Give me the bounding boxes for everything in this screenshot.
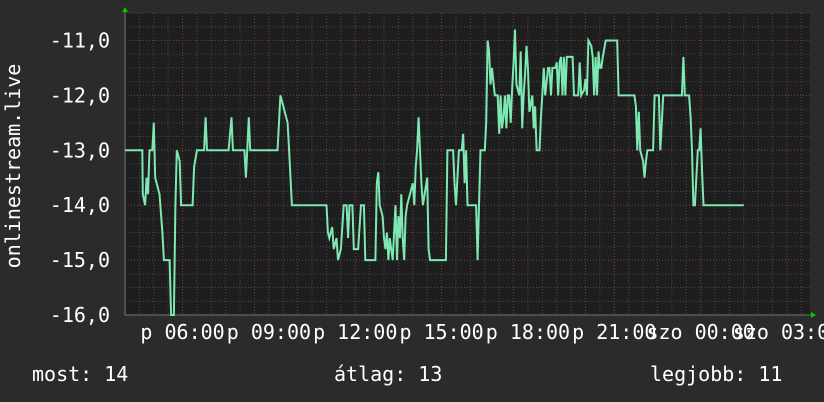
x-tick-label: p 06:00 [140, 320, 224, 344]
y-axis-arrow [122, 7, 128, 12]
x-axis-arrow [811, 312, 816, 318]
x-tick-label: p 09:00 [227, 320, 311, 344]
y-tick-label: -14,0 [50, 193, 110, 217]
y-tick-labels: -11,0 -12,0 -13,0 -14,0 -15,0 -16,0 [50, 28, 110, 327]
stat-average: átlag: 13 [334, 362, 443, 386]
x-tick-labels: p 06:00 p 09:00 p 12:00 p 15:00 p 18:00 p 21:… [140, 320, 824, 344]
y-tick-label: -12,0 [50, 83, 110, 107]
chart-svg: -11,0-12,0-13,0-14,0-15,0-16,0 p 06:00 p … [1, 7, 824, 344]
y-tick-label: -16,0 [50, 303, 110, 327]
x-tick-label: p 18:00 [486, 320, 570, 344]
y-tick-label: -11,0 [50, 28, 110, 52]
stat-best: legjobb: 11 [650, 362, 783, 386]
y-tick-label: -13,0 [50, 138, 110, 162]
chart-stage: -11,0 -12,0 -13,0 -14,0 -15,0 -16,0 p 06:00 p … [0, 0, 824, 402]
x-tick-label: p 15:00 [399, 320, 483, 344]
y-axis-label: onlinestream.live [1, 64, 25, 269]
y-tick-label: -15,0 [50, 248, 110, 272]
x-tick-label: p 12:00 [313, 320, 397, 344]
x-tick-label: p 21:00 [572, 320, 656, 344]
stat-current: most: 14 [32, 362, 129, 386]
x-tick-label: szo 03:00 [733, 320, 824, 344]
